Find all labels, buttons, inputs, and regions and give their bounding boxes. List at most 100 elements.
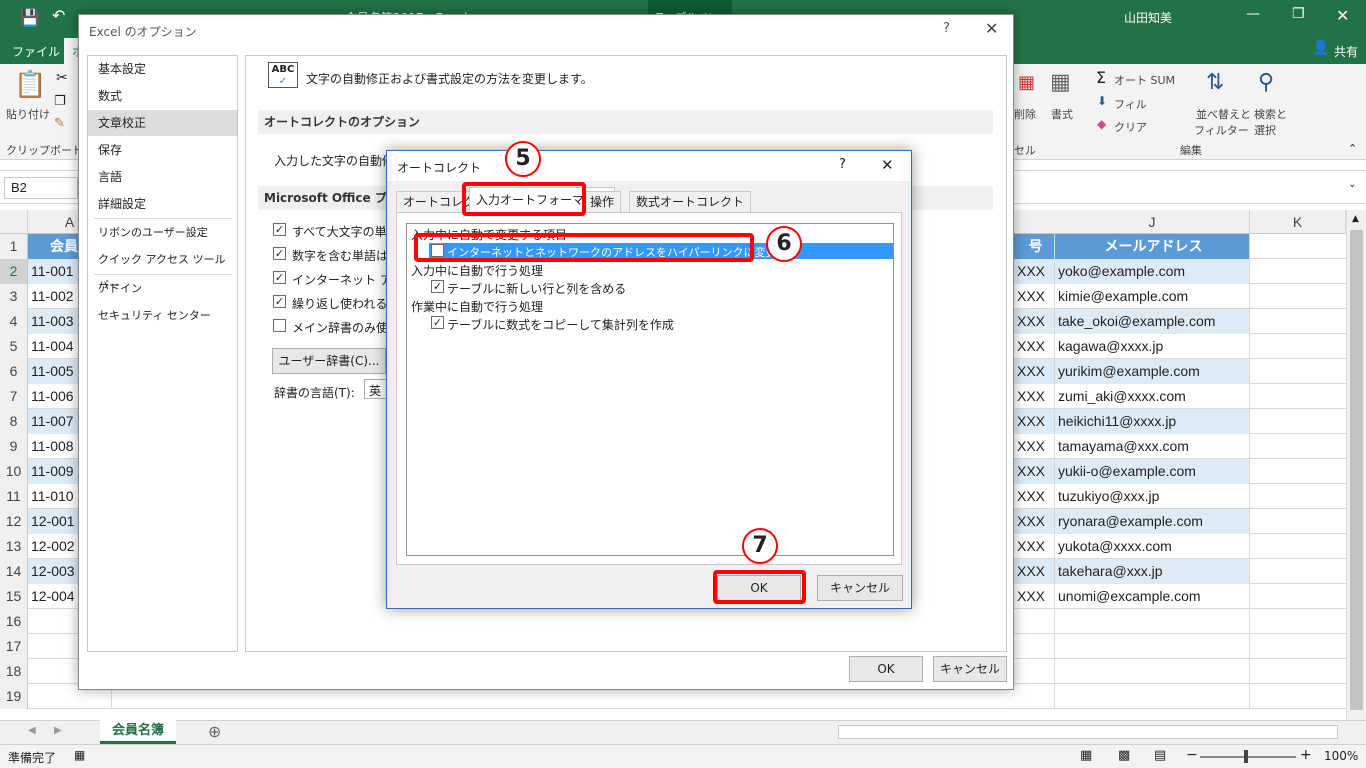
clear-label[interactable]: クリア xyxy=(1114,119,1147,135)
row-header[interactable]: 4 xyxy=(0,309,28,334)
vertical-scrollbar[interactable]: ▲ xyxy=(1346,210,1366,720)
expand-formula-icon[interactable]: ⌄ xyxy=(1348,179,1356,190)
user-dictionary-button[interactable]: ユーザー辞書(C)... xyxy=(272,348,386,374)
cut-icon[interactable]: ✂ xyxy=(56,70,68,86)
autosum-label[interactable]: オート SUM xyxy=(1114,72,1175,88)
cell-email[interactable]: tamayama@xxx.com xyxy=(1055,434,1250,459)
cell-number[interactable]: XXX xyxy=(1014,459,1055,484)
collapse-ribbon-icon[interactable]: ⌃ xyxy=(1348,142,1357,155)
cell-number[interactable] xyxy=(1014,659,1055,684)
tab-math-autocorrect[interactable]: 数式オートコレクト xyxy=(629,191,752,213)
zoom-slider-thumb[interactable] xyxy=(1244,750,1248,763)
dict-language-select[interactable]: 英語 xyxy=(364,379,388,399)
copy-icon[interactable]: ❐ xyxy=(54,94,66,109)
restore-icon[interactable]: ❐ xyxy=(1292,6,1305,22)
cell-number[interactable]: XXX xyxy=(1014,409,1055,434)
nav-formulas[interactable]: 数式 xyxy=(88,83,237,109)
cell-email[interactable]: unomi@excample.com xyxy=(1055,584,1250,609)
row-header[interactable]: 17 xyxy=(0,634,28,659)
user-name[interactable]: 山田知美 xyxy=(1124,9,1172,26)
fill-icon[interactable]: ⬇ xyxy=(1097,94,1107,108)
cell-number[interactable]: XXX xyxy=(1014,309,1055,334)
header-cell-email[interactable]: メールアドレス xyxy=(1055,234,1250,259)
minimize-icon[interactable]: — xyxy=(1246,6,1260,22)
row-header[interactable]: 18 xyxy=(0,659,28,684)
cell-email[interactable] xyxy=(1055,684,1250,709)
autocorrect-close-icon[interactable]: ✕ xyxy=(881,156,894,174)
row-header[interactable]: 19 xyxy=(0,684,28,709)
autosum-icon[interactable]: Σ xyxy=(1096,68,1106,87)
cell-number[interactable]: XXX xyxy=(1014,384,1055,409)
row-header[interactable]: 10 xyxy=(0,459,28,484)
cell-email[interactable]: kagawa@xxxx.jp xyxy=(1055,334,1250,359)
row-header[interactable]: 2 xyxy=(0,259,28,284)
macro-record-icon[interactable]: ▦ xyxy=(74,748,85,762)
name-box[interactable]: B2 xyxy=(4,177,78,199)
cell-email[interactable]: heikichi11@xxxx.jp xyxy=(1055,409,1250,434)
row-header[interactable]: 16 xyxy=(0,609,28,634)
cell-email[interactable]: tuzukiyo@xxx.jp xyxy=(1055,484,1250,509)
cell-number[interactable]: XXX xyxy=(1014,334,1055,359)
row-header[interactable]: 6 xyxy=(0,359,28,384)
format-label[interactable]: 書式 xyxy=(1051,106,1073,122)
sheet-next-icon[interactable]: ▶ xyxy=(54,725,62,736)
row-header[interactable]: 5 xyxy=(0,334,28,359)
find-select-label-1[interactable]: 検索と xyxy=(1254,106,1287,122)
find-select-label-2[interactable]: 選択 xyxy=(1254,122,1276,138)
cell-number[interactable]: XXX xyxy=(1014,484,1055,509)
column-header-j[interactable]: J xyxy=(1055,210,1250,234)
check-calculated-columns[interactable]: ✓ xyxy=(431,316,444,329)
row-header[interactable]: 1 xyxy=(0,234,28,259)
row-header[interactable]: 14 xyxy=(0,559,28,584)
cell-number[interactable]: XXX xyxy=(1014,284,1055,309)
cell-email[interactable]: yukii-o@example.com xyxy=(1055,459,1250,484)
nav-language[interactable]: 言語 xyxy=(88,164,237,190)
row-header[interactable]: 8 xyxy=(0,409,28,434)
row-header[interactable]: 11 xyxy=(0,484,28,509)
column-header-k[interactable]: K xyxy=(1250,210,1346,234)
nav-general[interactable]: 基本設定 xyxy=(88,56,237,82)
cell-email[interactable]: ryonara@example.com xyxy=(1055,509,1250,534)
fill-label[interactable]: フィル xyxy=(1114,96,1147,112)
sort-filter-label-2[interactable]: フィルター xyxy=(1194,122,1249,138)
cell-number[interactable]: XXX xyxy=(1014,509,1055,534)
options-cancel-button[interactable]: キャンセル xyxy=(933,656,1007,682)
nav-addins[interactable]: アドイン xyxy=(88,276,237,302)
cell-email[interactable]: takehara@xxx.jp xyxy=(1055,559,1250,584)
scroll-up-icon[interactable]: ▲ xyxy=(1352,214,1359,224)
clear-icon[interactable]: ◆ xyxy=(1097,117,1106,131)
nav-advanced[interactable]: 詳細設定 xyxy=(88,191,237,217)
format-icon[interactable]: ▦ xyxy=(1050,70,1071,95)
sort-filter-label-1[interactable]: 並べ替えと xyxy=(1196,106,1251,122)
row-header[interactable]: 7 xyxy=(0,384,28,409)
options-ok-button[interactable]: OK xyxy=(849,656,923,682)
autocorrect-help-button[interactable]: ? xyxy=(839,157,846,172)
check-ignore-numbers[interactable]: ✓ xyxy=(273,247,286,260)
check-include-rows[interactable]: ✓ xyxy=(431,280,444,293)
header-cell-number[interactable]: 号 xyxy=(1014,234,1055,259)
sheet-prev-icon[interactable]: ◀ xyxy=(28,725,36,736)
horizontal-scrollbar[interactable] xyxy=(838,725,1338,739)
delete-icon[interactable]: ▦ xyxy=(1018,72,1035,93)
nav-proofing[interactable]: 文章校正 xyxy=(88,110,237,136)
cell-number[interactable] xyxy=(1014,634,1055,659)
options-help-button[interactable]: ? xyxy=(943,21,950,36)
sort-filter-icon[interactable]: ⇅ xyxy=(1206,70,1224,95)
share-button[interactable]: 共有 xyxy=(1334,43,1358,60)
row-header[interactable]: 9 xyxy=(0,434,28,459)
zoom-out-icon[interactable]: − xyxy=(1186,747,1198,763)
delete-label[interactable]: 削除 xyxy=(1014,106,1036,122)
row-header[interactable]: 15 xyxy=(0,584,28,609)
cell-email[interactable]: yoko@example.com xyxy=(1055,259,1250,284)
zoom-slider[interactable] xyxy=(1200,756,1296,758)
cell-number[interactable] xyxy=(1014,684,1055,709)
cell-number[interactable] xyxy=(1014,609,1055,634)
nav-customize-ribbon[interactable]: リボンのユーザー設定 xyxy=(88,220,237,246)
cell-number[interactable]: XXX xyxy=(1014,559,1055,584)
paste-label[interactable]: 貼り付け xyxy=(6,106,50,122)
page-layout-icon[interactable]: ▩ xyxy=(1118,748,1130,763)
options-close-icon[interactable]: ✕ xyxy=(985,19,998,38)
sheet-tab-members[interactable]: 会員名簿 xyxy=(100,720,176,744)
cell-email[interactable] xyxy=(1055,609,1250,634)
select-all-corner[interactable] xyxy=(0,210,28,234)
